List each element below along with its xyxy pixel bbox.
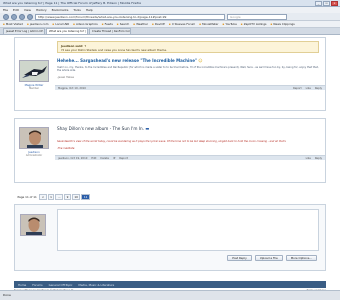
post-reply-button[interactable]: Post Reply — [227, 255, 252, 261]
post-magpie: Jeedison said: ↑ I'll see your Rollin St… — [14, 37, 326, 111]
bookmark-item[interactable]: Feeds — [102, 22, 113, 26]
menu-history[interactable]: History — [36, 8, 47, 12]
home-icon[interactable] — [27, 13, 33, 20]
reload-icon[interactable] — [19, 13, 25, 20]
post-body: Yeah! no, my, thanks, to the Incredibles… — [57, 66, 319, 73]
post-controls: Magpie, Oct 19, 2010 Report Like Reply — [55, 85, 325, 90]
bookmark-item[interactable]: jeedison.com — [27, 22, 49, 26]
menu-help[interactable]: Help — [86, 8, 93, 12]
tab-strip: Jeesat Error Log | Admin CP - The… What … — [0, 28, 340, 35]
bookmark-item[interactable]: News Clippings — [271, 22, 294, 26]
footer-media-link[interactable]: Media, Music & Literature — [78, 283, 114, 287]
page-link[interactable]: 1 — [47, 194, 55, 200]
upload-file-button[interactable]: Upload a File — [254, 255, 283, 261]
pagination: Page 11 of 11 < 1 ... 9 10 11 — [16, 194, 90, 200]
like-link[interactable]: Like — [306, 157, 311, 160]
window-title: What are you listening to? | Page 11 | T… — [3, 1, 142, 5]
edit-link[interactable]: Edit — [91, 157, 96, 160]
like-link[interactable]: Like — [306, 87, 311, 90]
user-photo-icon — [21, 215, 45, 235]
post-meta[interactable]: jeedison, Oct 19, 2010 — [58, 157, 87, 160]
user-rank: Administrator — [25, 154, 43, 157]
footer-offtopic-link[interactable]: General Off-Topic — [49, 283, 73, 287]
quote-text: I'll see your Rollin Stadelu and raise y… — [61, 48, 167, 52]
close-button[interactable]: x — [331, 1, 338, 6]
post-title: Shay Dillon's new album - The Sun I'm In… — [57, 126, 150, 131]
user-rank: Member — [29, 87, 39, 90]
current-page[interactable]: 11 — [81, 194, 90, 200]
menu-bookmarks[interactable]: Bookmarks — [52, 8, 69, 12]
navigation-toolbar: http://www.jeedison.com/forum/threads/wh… — [0, 13, 340, 21]
avatar — [20, 214, 46, 236]
post-signature: -Jessel Habee — [57, 76, 75, 79]
bookmark-item[interactable]: ZapOTV Listings — [241, 22, 267, 26]
smiley-icon: ☺ — [198, 58, 203, 63]
magpie-bird-icon — [20, 61, 48, 81]
forum-breadcrumb-footer: Home Forums General Off-Topic Media, Mus… — [14, 281, 326, 288]
tab-listening-thread[interactable]: What are you listening to? | Page… — [46, 28, 88, 34]
page-content: Jeedison said: ↑ I'll see your Rollin St… — [0, 35, 340, 292]
quote-block: Jeedison said: ↑ I'll see your Rollin St… — [57, 41, 319, 53]
window-titlebar: What are you listening to? | Page 11 | T… — [0, 0, 340, 7]
page-ellipsis: ... — [55, 194, 64, 200]
page-link[interactable]: 10 — [71, 194, 81, 200]
user-info: Jeedison Administrator — [19, 127, 49, 157]
post-title: Hehehe... Sargashead's new release "The … — [57, 58, 203, 63]
bookmark-item[interactable]: Search — [117, 22, 130, 26]
bookmarks-bar: Most Visited jeedison.com Local LNR Adso… — [0, 21, 340, 28]
post-jeedison: Jeedison Administrator Shay Dillon's new… — [14, 118, 326, 183]
back-icon[interactable] — [3, 13, 9, 20]
minimize-button[interactable]: _ — [315, 1, 322, 6]
monitor-icon: ▬ — [145, 126, 150, 131]
bookmark-item[interactable]: Local LNR — [52, 22, 69, 26]
menu-tools[interactable]: Tools — [73, 8, 80, 12]
bookmark-item[interactable]: Adsoo Graphics — [73, 22, 98, 26]
post-meta[interactable]: Magpie, Oct 19, 2010 — [58, 87, 86, 90]
search-input[interactable]: Google — [227, 13, 287, 20]
menu-view[interactable]: View — [24, 8, 31, 12]
report-link[interactable]: Report — [119, 157, 128, 160]
footer-forums-link[interactable]: Forums — [32, 283, 42, 287]
reply-editor[interactable] — [57, 209, 319, 251]
bookmark-item[interactable]: Most Visited — [3, 22, 23, 26]
avatar[interactable] — [19, 127, 49, 149]
user-photo-icon — [20, 128, 48, 148]
status-bar: Done — [0, 290, 340, 300]
quick-reply: Post Reply Upload a File More Options... — [14, 204, 326, 271]
more-options-button[interactable]: More Options... — [285, 255, 317, 261]
status-text: Done — [3, 293, 11, 297]
reply-buttons: Post Reply Upload a File More Options... — [227, 255, 317, 261]
reply-link[interactable]: Reply — [315, 157, 322, 160]
prev-page-button[interactable]: < — [39, 194, 47, 200]
forward-icon[interactable] — [11, 13, 17, 20]
tab-create-thread[interactable]: Create Thread | XenForo Community — [89, 28, 131, 34]
user-info: Magpie Writer Member — [19, 60, 49, 90]
report-link[interactable]: Report — [293, 87, 302, 90]
page-link[interactable]: 9 — [64, 194, 71, 200]
bookmark-item[interactable]: DeviCE — [152, 22, 165, 26]
maximize-button[interactable]: ▫ — [323, 1, 330, 6]
footer-home-link[interactable]: Home — [18, 283, 26, 287]
ip-link[interactable]: IP — [113, 157, 115, 160]
reply-link[interactable]: Reply — [315, 87, 322, 90]
page-label: Page 11 of 11 — [17, 195, 37, 199]
post-signature: -The meditate — [57, 147, 75, 150]
bookmark-item[interactable]: Weather — [133, 22, 148, 26]
avatar[interactable] — [19, 60, 49, 82]
tab-admin-cp[interactable]: Jeesat Error Log | Admin CP - The… — [3, 28, 45, 34]
menu-file[interactable]: File — [3, 8, 8, 12]
bookmark-item[interactable]: YouTube — [223, 22, 236, 26]
post-body: Seventeenth's view of the world today, c… — [57, 140, 286, 143]
bookmark-item[interactable]: X Sleeves Forum — [169, 22, 195, 26]
url-bar[interactable]: http://www.jeedison.com/forum/threads/wh… — [35, 13, 225, 20]
delete-link[interactable]: Delete — [100, 157, 109, 160]
bookmark-item[interactable]: MovieMeter — [199, 22, 218, 26]
menu-edit[interactable]: Edit — [13, 8, 19, 12]
post-controls: jeedison, Oct 19, 2010 Edit Delete IP Re… — [55, 155, 325, 160]
